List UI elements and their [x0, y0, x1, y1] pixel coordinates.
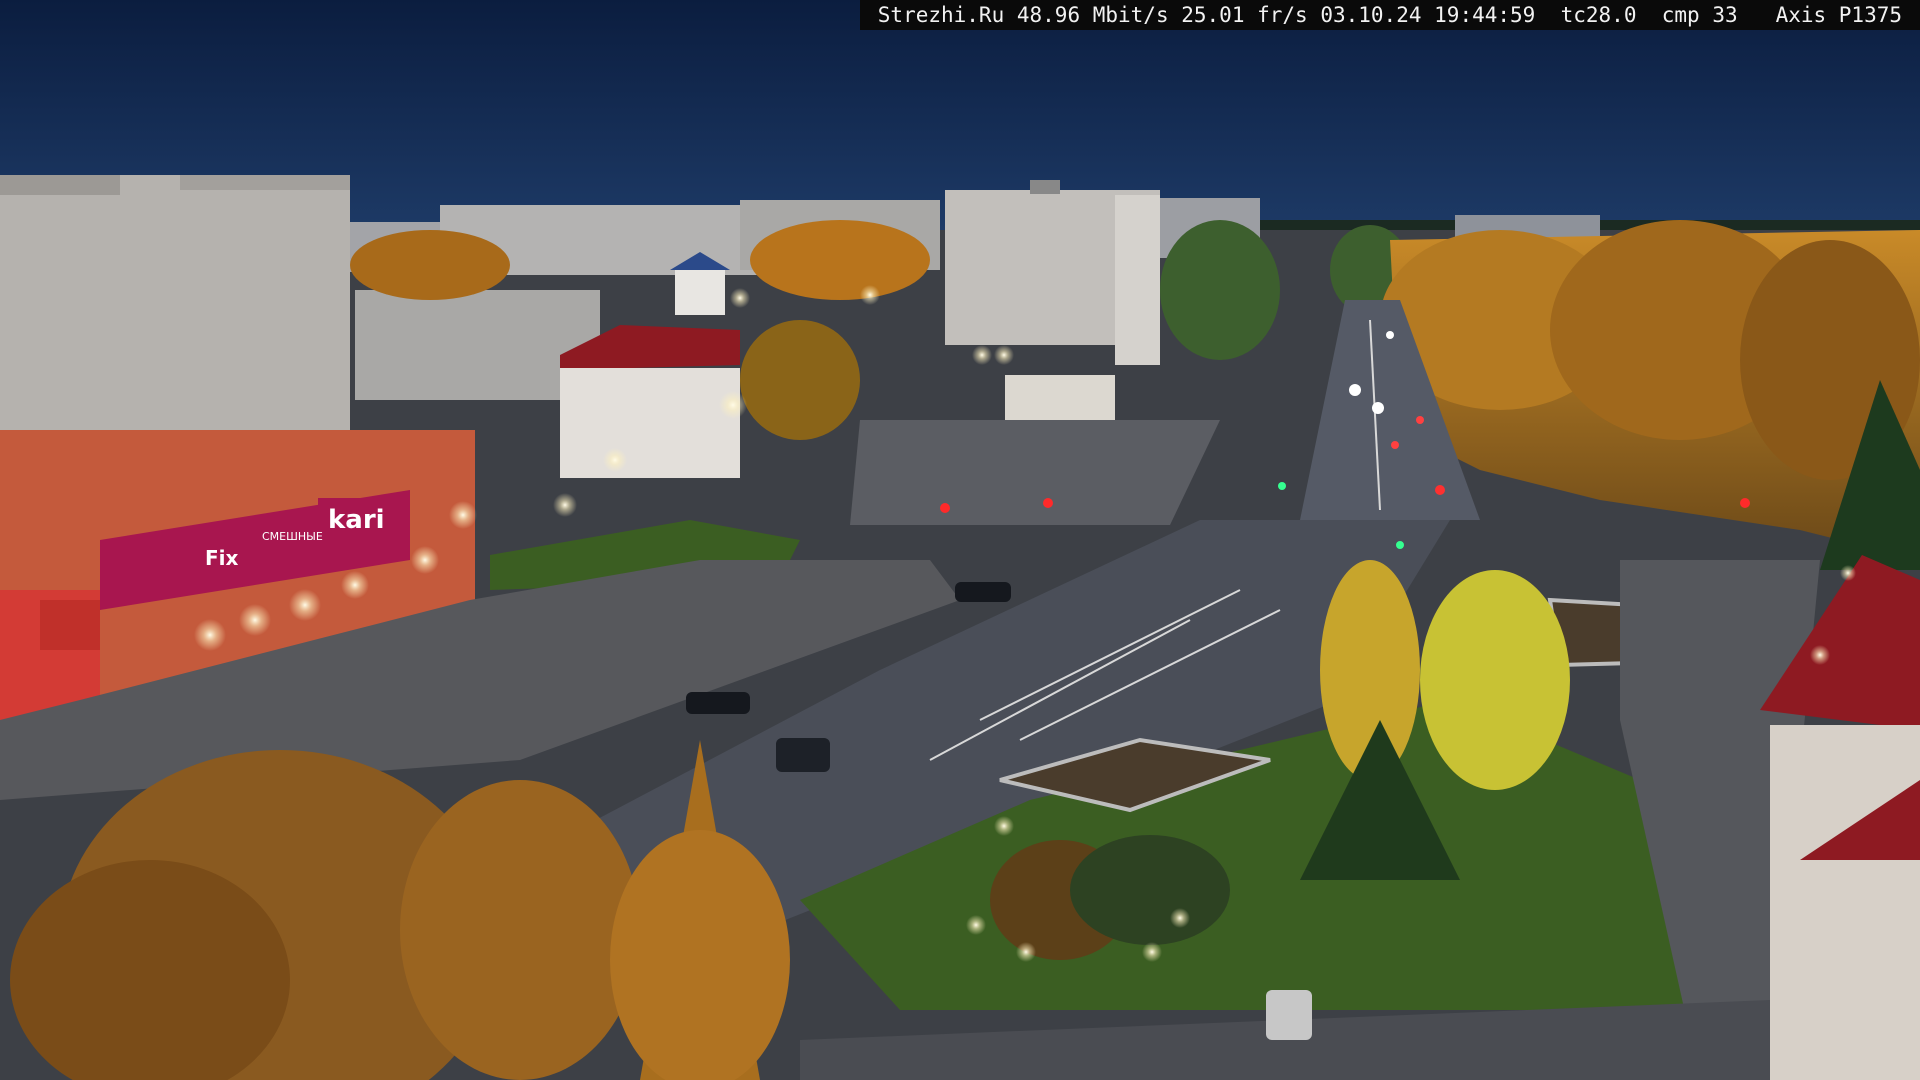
- overlay-site: Strezhi.Ru: [877, 3, 1005, 27]
- overlay-framerate: 25.01 fr/s: [1181, 3, 1308, 27]
- fix-sign-text: Fix: [205, 546, 239, 570]
- small-office: [1005, 375, 1115, 420]
- overlay-bitrate: 48.96 Mbit/s: [1016, 3, 1169, 27]
- camera-overlay: Strezhi.Ru 48.96 Mbit/s 25.01 fr/s 03.10…: [859, 0, 1920, 30]
- overlay-camera: Axis P1375: [1775, 3, 1902, 27]
- overlay-tc: tc28.0: [1560, 3, 1637, 27]
- overlay-date: 03.10.24: [1320, 3, 1422, 27]
- kari-sign-text: kari: [328, 505, 385, 535]
- webcam-scene: kari Fix СМЕШНЫЕ: [0, 0, 1920, 1080]
- overlay-cmp: cmp 33: [1661, 3, 1738, 27]
- red-roof-building: [560, 325, 740, 478]
- tower-block: [945, 180, 1160, 365]
- parking-lot: [850, 420, 1220, 525]
- mall-sign-text: СМЕШНЫЕ: [262, 530, 323, 543]
- overlay-time: 19:44:59: [1434, 3, 1536, 27]
